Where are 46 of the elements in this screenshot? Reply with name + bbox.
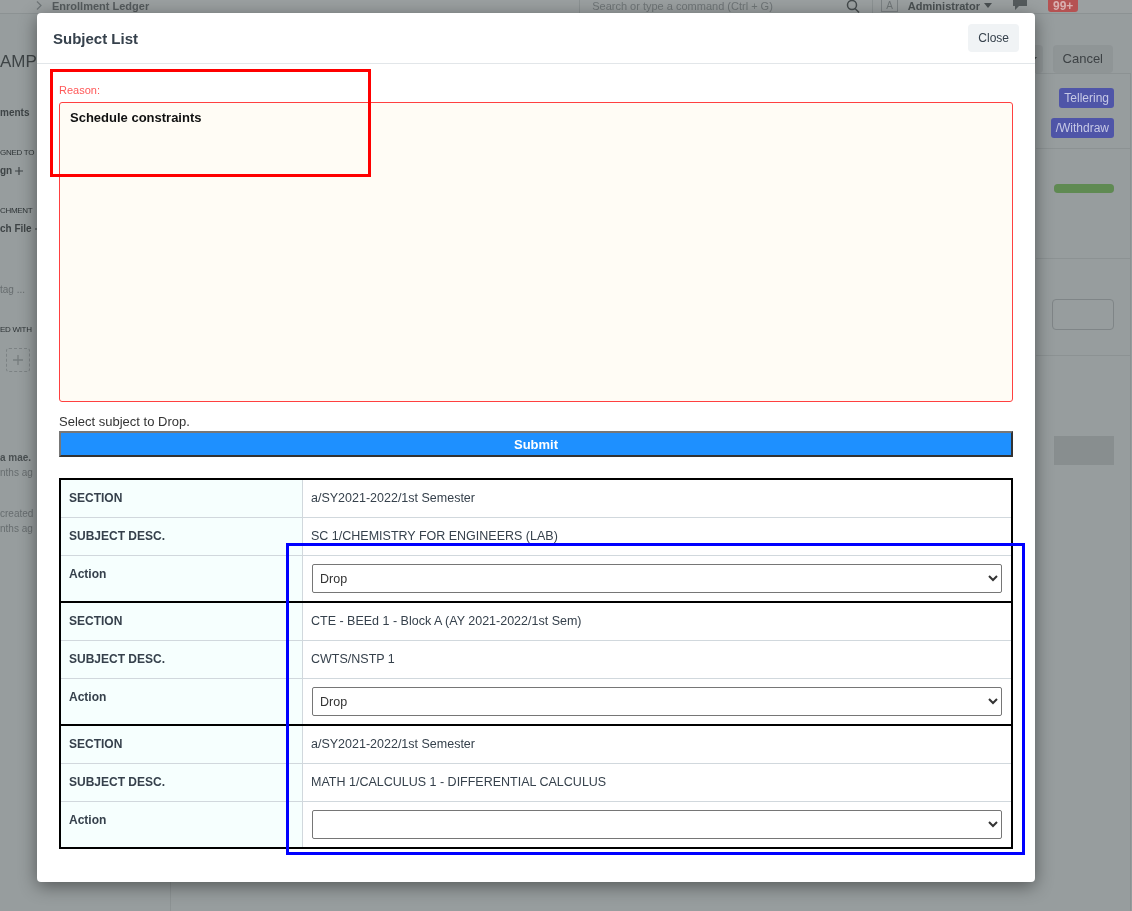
submit-button[interactable]: Submit xyxy=(59,431,1013,457)
table-cell: SUBJECT DESC. xyxy=(61,641,303,678)
plus-icon[interactable] xyxy=(15,166,24,175)
sidebar-link[interactable]: gn xyxy=(0,165,13,176)
sidebar-text: CHMENT xyxy=(0,206,33,215)
instruction-text: Select subject to Drop. xyxy=(59,414,191,429)
table-cell: SUBJECT DESC. xyxy=(61,764,303,801)
search-icon xyxy=(846,0,861,14)
breadcrumb-link[interactable]: Enrollment Ledger xyxy=(52,0,150,12)
table-cell-text: a/SY2021-2022/1st Semester xyxy=(310,736,476,753)
close-button[interactable]: Close xyxy=(968,24,1019,52)
reason-field[interactable]: Schedule constraints xyxy=(59,102,1013,402)
sidebar-link[interactable]: ch File xyxy=(0,223,32,234)
table-cell: Action xyxy=(61,802,303,847)
table-cell: Action xyxy=(61,679,303,724)
table-cell-text: CWTS/NSTP 1 xyxy=(310,651,396,668)
table-cell: Action xyxy=(61,556,303,601)
caret-icon xyxy=(984,3,992,8)
table-cell: SECTION xyxy=(61,480,303,517)
plus-icon xyxy=(13,355,23,365)
table-cell: SECTION xyxy=(61,603,303,640)
add-button[interactable] xyxy=(6,348,30,372)
page-title: AMP xyxy=(0,51,37,73)
table-cell-text: CTE - BEEd 1 - Block A (AY 2021-2022/1st Sem) xyxy=(310,613,583,630)
user-menu[interactable]: Administrator xyxy=(907,0,980,12)
field-label: Reason: xyxy=(59,84,101,96)
notification-badge[interactable]: 99+ xyxy=(1048,0,1079,12)
cancel-button[interactable]: Cancel xyxy=(1052,45,1113,73)
table-cell-text: SC 1/CHEMISTRY FOR ENGINEERS (LAB) xyxy=(310,528,559,545)
action-select[interactable]: Drop xyxy=(312,687,1002,716)
table-cell-text: a/SY2021-2022/1st Semester xyxy=(310,490,476,507)
status-badge[interactable]: Tellering xyxy=(1059,88,1114,108)
action-select[interactable] xyxy=(312,810,1002,839)
input-field[interactable] xyxy=(1052,299,1114,330)
table-cell: SUBJECT DESC. xyxy=(61,518,303,555)
sidebar-text: ED WITH xyxy=(0,325,32,334)
action-select[interactable]: Drop xyxy=(312,564,1002,593)
table-cell-text: MATH 1/CALCULUS 1 - DIFFERENTIAL CALCULUS xyxy=(310,774,608,791)
sidebar-text: a mae. xyxy=(0,452,32,463)
sidebar-text: ments xyxy=(0,107,30,118)
dialog-title: Subject List xyxy=(53,29,138,47)
chevron-icon xyxy=(36,1,42,10)
chat-icon[interactable] xyxy=(1012,0,1028,10)
table-cell: SECTION xyxy=(61,726,303,763)
sidebar-text: GNED TO xyxy=(0,148,35,157)
status-badge[interactable]: /Withdraw xyxy=(1050,118,1114,138)
